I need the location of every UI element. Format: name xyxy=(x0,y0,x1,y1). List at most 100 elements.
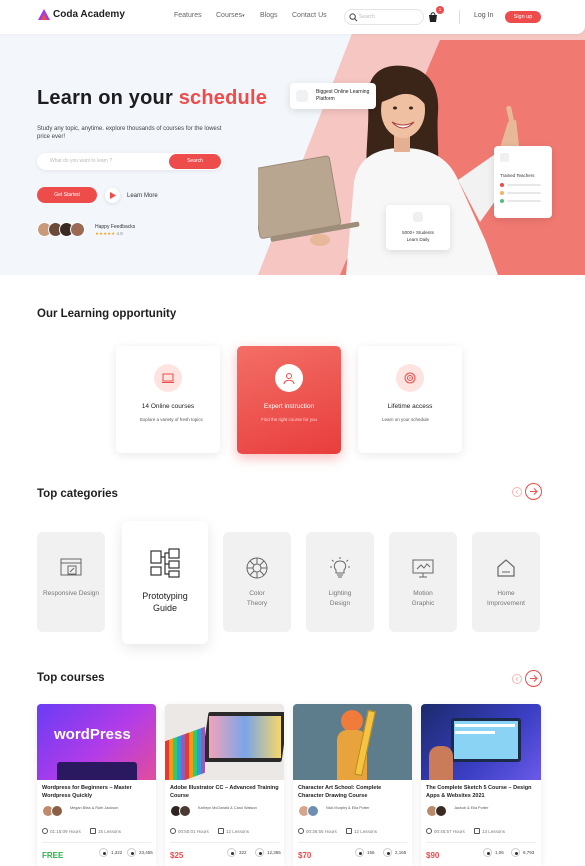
hero-section: Learn on your schedule Study any topic, … xyxy=(0,0,585,275)
play-icon[interactable] xyxy=(105,188,120,203)
platform-icon xyxy=(296,90,308,102)
course-lessons: 12 Lessons xyxy=(346,828,377,834)
course-thumbnail: wordPress xyxy=(37,704,156,780)
instructor-names: Nick Murphy & Elia Porter xyxy=(326,806,370,810)
feedback-label: Happy Feedbacks xyxy=(95,224,136,230)
card-teachers-text: Trained Teachers xyxy=(500,173,535,178)
category-label: Home Improvement xyxy=(487,590,525,607)
prototyping-icon xyxy=(150,548,180,578)
teachers-icon xyxy=(500,153,509,162)
cart-count-badge: 1 xyxy=(436,6,444,14)
course-students: 23,455 xyxy=(127,848,153,857)
opportunity-desc: Find the right course for you xyxy=(261,417,318,422)
opportunity-card-lifetime[interactable]: Lifetime access Learn on your schedule xyxy=(358,346,462,453)
learn-more-link[interactable]: Learn More xyxy=(127,193,158,199)
course-price: $70 xyxy=(298,851,312,860)
course-card[interactable]: Adobe Illustrator CC – Advanced Training… xyxy=(165,704,284,866)
user-icon xyxy=(383,848,392,857)
opportunity-card-expert[interactable]: Expert instruction Find the right course… xyxy=(237,346,341,454)
color-wheel-icon xyxy=(246,557,268,579)
course-students: 2,165 xyxy=(383,848,406,857)
instructor-avatars xyxy=(42,805,63,817)
star-icon xyxy=(483,848,492,857)
divider xyxy=(459,10,460,24)
students-icon xyxy=(413,212,423,222)
course-students: 12,365 xyxy=(255,848,281,857)
star-icon xyxy=(355,848,364,857)
course-students: 6,793 xyxy=(511,848,534,857)
nav-contact[interactable]: Contact Us xyxy=(292,12,327,19)
logo-icon xyxy=(38,9,50,20)
courses-prev-button[interactable] xyxy=(512,674,522,684)
instructor-names: Megan Bliss & Ruth Jackson xyxy=(70,806,119,810)
course-card[interactable]: The Complete Sketch 5 Course – Design Ap… xyxy=(421,704,541,866)
card-students-text: 5000+ Students Learn Daily xyxy=(402,230,434,242)
category-motion-graphic[interactable]: Motion Graphic xyxy=(389,532,457,632)
course-title: The Complete Sketch 5 Course – Design Ap… xyxy=(426,785,532,799)
category-lighting-design[interactable]: Lighting Design xyxy=(306,532,374,632)
card-learning-platform: Biggest Online Learning Platform xyxy=(290,83,376,109)
user-icon xyxy=(127,848,136,857)
course-rating: 1,06 xyxy=(483,848,504,857)
feedback-avatars xyxy=(37,222,85,237)
clock-icon xyxy=(298,828,304,834)
course-card[interactable]: Character Art School: Complete Character… xyxy=(293,704,412,866)
course-duration: 00:45:57 Hours xyxy=(426,828,465,834)
course-lessons: 13 Lessons xyxy=(474,828,505,834)
login-link[interactable]: Log In xyxy=(474,12,493,19)
courses-next-button[interactable] xyxy=(525,670,542,687)
opportunity-card-courses[interactable]: 14 Online courses Explore a variety of f… xyxy=(116,346,220,453)
thumbnail-device xyxy=(57,762,137,780)
course-duration: 00:50:01 Hours xyxy=(170,828,209,834)
instructor-names: Jackob & Elia Porter xyxy=(454,806,489,810)
nav-features[interactable]: Features xyxy=(174,12,202,19)
hero-search-bar[interactable]: What do you want to learn ? Search xyxy=(37,153,223,170)
categories-prev-button[interactable] xyxy=(512,487,522,497)
category-label: Motion Graphic xyxy=(411,590,435,607)
opportunity-label: Expert instruction xyxy=(263,403,315,410)
category-home-improvement[interactable]: Home Improvement xyxy=(472,532,540,632)
course-rating: 156 xyxy=(355,848,375,857)
course-duration: 00:36:55 Hours xyxy=(298,828,337,834)
clock-icon xyxy=(42,828,48,834)
category-color-theory[interactable]: Color Theory xyxy=(223,532,291,632)
card-trained-teachers: Trained Teachers xyxy=(494,146,552,218)
categories-next-button[interactable] xyxy=(525,483,542,500)
instructor-icon xyxy=(275,364,303,392)
nav-blogs[interactable]: Blogs xyxy=(260,12,278,19)
rating-value: 4.8 xyxy=(116,231,123,236)
course-title: Character Art School: Complete Character… xyxy=(298,785,382,799)
signup-button[interactable]: Sign up xyxy=(505,11,541,23)
category-prototyping-guide[interactable]: Prototyping Guide xyxy=(122,521,208,644)
hero-title: Learn on your schedule xyxy=(37,87,268,109)
search-icon xyxy=(349,13,358,22)
learning-section-title: Our Learning opportunity xyxy=(37,308,177,320)
header-search-placeholder: Search xyxy=(359,14,375,20)
instructor-avatars xyxy=(298,805,319,817)
book-icon xyxy=(218,828,224,834)
hero-search-button[interactable]: Search xyxy=(169,154,221,169)
courses-section-title: Top courses xyxy=(37,672,105,684)
course-duration: 01:15:09 Hours xyxy=(42,828,81,834)
brand-logo[interactable]: Coda Academy xyxy=(38,9,125,20)
thumbnail-text: wordPress xyxy=(54,726,131,743)
book-icon xyxy=(474,828,480,834)
card-platform-text: Biggest Online Learning Platform xyxy=(316,89,370,102)
course-price: $25 xyxy=(170,851,184,860)
instructor-avatars xyxy=(426,805,447,817)
hero-search-placeholder[interactable]: What do you want to learn ? xyxy=(50,158,112,164)
nav-courses[interactable]: Courses▾ xyxy=(216,12,245,19)
target-icon xyxy=(396,364,424,392)
get-started-button[interactable]: Get Started xyxy=(37,187,97,203)
card-students: 5000+ Students Learn Daily xyxy=(386,205,450,250)
clock-icon xyxy=(170,828,176,834)
star-icons: ★★★★★ xyxy=(95,231,116,236)
header-search-input[interactable]: Search xyxy=(344,9,424,25)
category-responsive-design[interactable]: Responsive Design xyxy=(37,532,105,632)
feedback-rating: ★★★★★ 4.8 xyxy=(95,231,123,237)
brand-name: Coda Academy xyxy=(53,9,125,20)
opportunity-label: 14 Online courses xyxy=(141,403,195,410)
instructor-names: Kathryn McDonald & Carol Watson xyxy=(198,806,257,810)
course-card[interactable]: wordPress Wordpress for Beginners – Mast… xyxy=(37,704,156,866)
category-label: Color Theory xyxy=(246,590,268,607)
